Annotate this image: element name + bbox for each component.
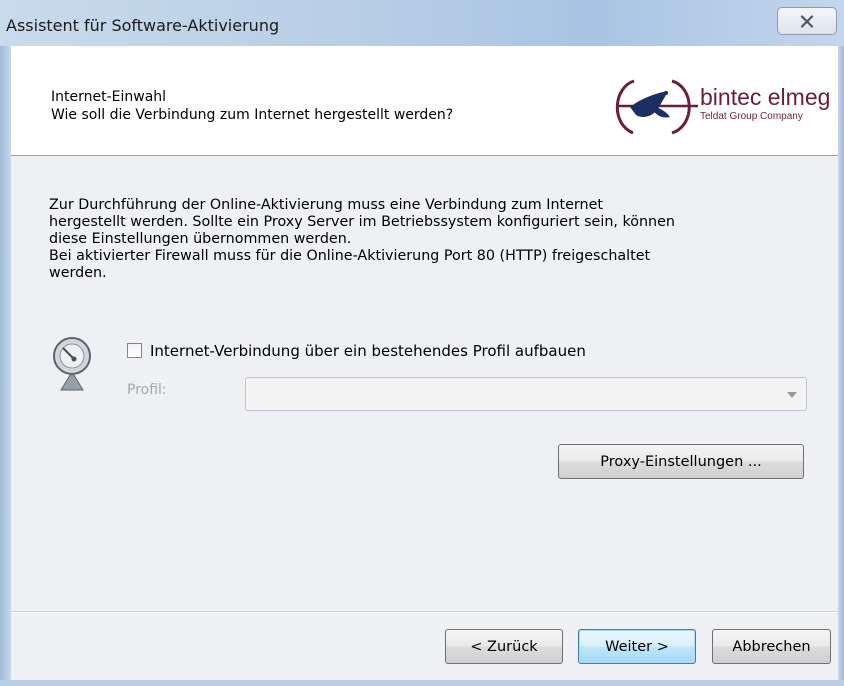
description-line: hergestellt werden. Sollte ein Proxy Ser…	[49, 214, 675, 230]
description-line: werden.	[49, 265, 107, 281]
profile-checkbox-label[interactable]: Internet-Verbindung über ein bestehendes…	[150, 342, 586, 360]
proxy-settings-button[interactable]: Proxy-Einstellungen ...	[558, 444, 804, 479]
logo-brand-text: bintec elmeg	[700, 84, 830, 110]
back-button[interactable]: < Zurück	[445, 629, 563, 664]
satellite-dish-icon	[53, 337, 91, 391]
description-line: Bei aktivierter Firewall muss für die On…	[49, 248, 651, 264]
cancel-button[interactable]: Abbrechen	[712, 629, 831, 664]
profile-checkbox[interactable]	[127, 343, 142, 358]
close-icon	[800, 14, 814, 28]
window-frame-bottom	[0, 680, 844, 686]
close-button[interactable]	[777, 7, 837, 35]
wizard-body: Zur Durchführung der Online-Aktivierung …	[11, 156, 838, 680]
title-bar: Assistent für Software-Aktivierung	[0, 0, 844, 46]
window-frame-right	[838, 46, 844, 686]
description-line: Zur Durchführung der Online-Aktivierung …	[49, 197, 604, 213]
chevron-down-icon	[787, 392, 797, 398]
window-frame-left	[0, 46, 11, 686]
page-title: Internet-Einwahl	[51, 89, 167, 105]
footer-separator	[11, 611, 838, 613]
logo-tagline-text: Teldat Group Company	[700, 111, 803, 122]
wizard-header: Internet-Einwahl Wie soll die Verbindung…	[11, 46, 838, 156]
next-button[interactable]: Weiter >	[578, 629, 696, 664]
window-title: Assistent für Software-Aktivierung	[6, 16, 280, 35]
description-line: diese Einstellungen übernommen werden.	[49, 231, 352, 247]
profile-label: Profil:	[127, 382, 167, 398]
page-subtitle: Wie soll die Verbindung zum Internet her…	[51, 107, 454, 123]
bintec-elmeg-logo: bintec elmeg Teldat Group Company	[615, 79, 830, 135]
description-text: Zur Durchführung der Online-Aktivierung …	[49, 197, 819, 282]
profile-dropdown[interactable]	[245, 377, 807, 411]
